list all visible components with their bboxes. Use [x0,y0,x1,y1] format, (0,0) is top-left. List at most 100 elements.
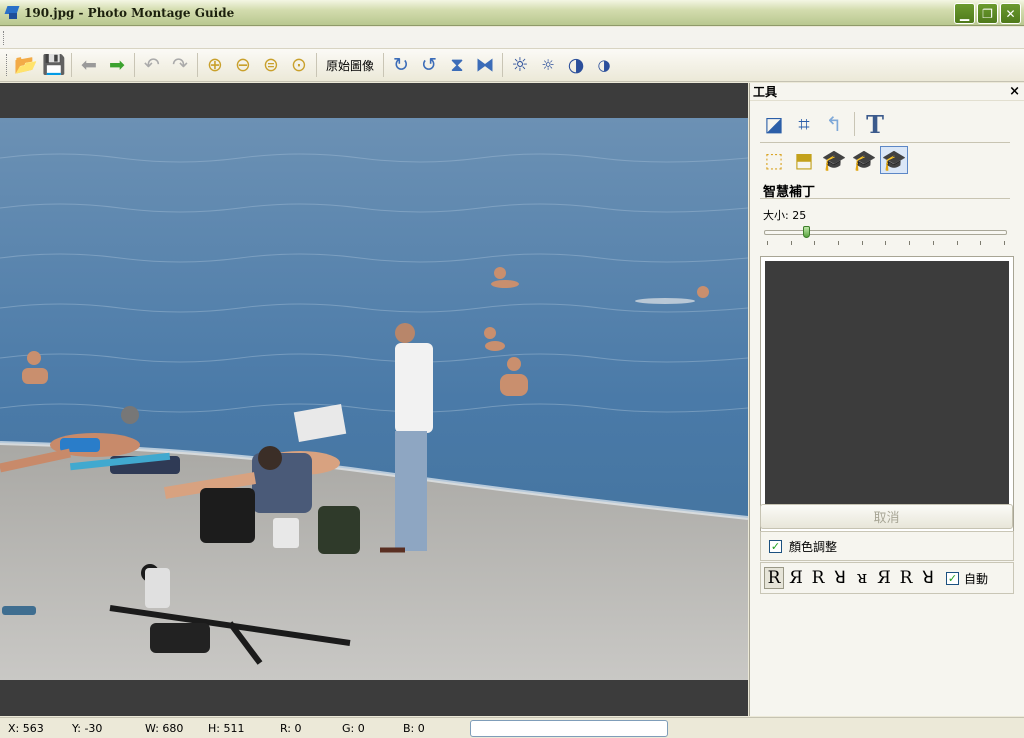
orientation-option[interactable]: ꓤ [830,567,850,589]
rotate-right-button[interactable]: ↻ [387,51,415,79]
status-x: X: 563 [8,722,44,735]
status-b: B: 0 [403,722,425,735]
preview-box [760,256,1014,532]
preview-area [765,261,1009,527]
original-image-button[interactable]: 原始圖像 [320,51,380,79]
title-bar[interactable]: 190.jpg - Photo Montage Guide ▁ ❐ ✕ [0,0,1024,26]
rotate-right-icon: ↻ [393,53,409,76]
contrast-up-button[interactable]: ◑ [562,51,590,79]
close-icon: ✕ [1005,6,1016,21]
tools-panel-header: 工具 × [750,83,1024,101]
restore-button[interactable]: ❐ [977,3,998,24]
text-tool-button[interactable]: T [861,109,889,139]
undo-tool-button[interactable]: ↰ [820,110,848,138]
toolbar: 📂 💾 ⬅ ➡ ↶ ↷ ⊕ ⊖ ⊜ ⊙ 原始圖像 ↻ ↺ ⧗ ⧓ ☼ ☼ ◑ ◑ [0,49,1024,82]
contrast-down-icon: ◑ [597,55,611,74]
undo-arrow-icon: ↰ [825,112,843,136]
color-adjust-checkbox[interactable]: ✓ [769,539,782,553]
back-arrow-icon: ⬅ [81,53,97,76]
add-layer-button[interactable]: ⬚ [760,146,788,174]
undo-icon: ↶ [144,53,160,76]
crop-icon: ⌗ [798,112,810,136]
orientation-option[interactable]: R [808,567,828,589]
panel-close-icon[interactable]: × [1009,84,1020,99]
merge-layer-icon: ⬒ [794,148,814,172]
brightness-down-button[interactable]: ☼ [534,51,562,79]
status-g: G: 0 [342,722,365,735]
resize-tool-button[interactable]: ◪ [760,110,788,138]
image-canvas[interactable] [0,83,748,716]
window-title: 190.jpg - Photo Montage Guide [24,5,235,20]
size-slider[interactable] [764,226,1007,248]
tools-panel-title: 工具 [753,85,778,99]
graduation-cap-icon: 🎓 [851,148,877,172]
brightness-up-button[interactable]: ☼ [506,51,534,79]
smart-copy-button[interactable]: 🎓 [850,146,878,174]
undo-button[interactable]: ↶ [138,51,166,79]
size-label: 大小: 25 [763,209,807,222]
zoom-out-button[interactable]: ⊖ [229,51,257,79]
orientation-option[interactable]: Я [786,567,806,589]
orientation-option[interactable]: R [896,567,916,589]
slider-thumb[interactable] [803,226,810,238]
forward-button[interactable]: ➡ [103,51,131,79]
color-adjust-label: 顏色調整 [789,539,838,554]
color-adjust-row: ✓ 顏色調整 [760,531,1014,561]
toolbar-grip[interactable] [6,54,9,76]
flip-vertical-button[interactable]: ⧗ [443,51,471,79]
orientation-option[interactable]: R [764,567,784,589]
open-folder-button[interactable]: 📂 [12,51,40,79]
auto-option: ✓ 自動 [946,570,988,587]
resize-icon: ◪ [764,112,784,136]
text-icon: T [866,109,884,139]
smart-patch-button[interactable]: 🎓 [880,146,908,174]
save-icon: 💾 [42,53,66,76]
zoom-actual-button[interactable]: ⊙ [285,51,313,79]
beach-photo[interactable] [0,118,748,680]
save-button[interactable]: 💾 [40,51,68,79]
zoom-fit-button[interactable]: ⊜ [257,51,285,79]
status-h: H: 511 [208,722,245,735]
minimize-button[interactable]: ▁ [954,3,975,24]
contrast-up-icon: ◑ [567,53,585,76]
smart-remove-button[interactable]: 🎓 [820,146,848,174]
minimize-icon: ▁ [959,6,970,21]
tool-row-2: ⬚ ⬒ 🎓 🎓 🎓 [760,146,908,174]
status-bar: X: 563 Y: -30 W: 680 H: 511 R: 0 G: 0 B:… [0,717,1024,738]
cancel-button[interactable]: 取消 [760,504,1013,529]
redo-button[interactable]: ↷ [166,51,194,79]
close-button[interactable]: ✕ [1000,3,1021,24]
graduation-cap-brush-icon: 🎓 [881,148,907,172]
rotate-left-button[interactable]: ↺ [415,51,443,79]
zoom-fit-icon: ⊜ [263,53,279,76]
crop-tool-button[interactable]: ⌗ [790,110,818,138]
brightness-down-icon: ☼ [541,55,555,74]
orientation-option[interactable]: Я [874,567,894,589]
window-controls: ▁ ❐ ✕ [954,3,1021,24]
status-y: Y: -30 [72,722,103,735]
orientation-option[interactable]: ꓤ [918,567,938,589]
contrast-down-button[interactable]: ◑ [590,51,618,79]
status-r: R: 0 [280,722,302,735]
zoom-in-button[interactable]: ⊕ [201,51,229,79]
app-icon [4,5,20,21]
restore-icon: ❐ [982,6,993,21]
flip-vertical-icon: ⧗ [450,53,464,76]
orientation-row: R Я R ꓤ ᴚ Я R ꓤ ✓ 自動 [760,562,1014,594]
status-w: W: 680 [145,722,184,735]
merge-layer-button[interactable]: ⬒ [790,146,818,174]
add-layer-icon: ⬚ [764,148,784,172]
flip-horizontal-button[interactable]: ⧓ [471,51,499,79]
progress-bar [470,720,668,737]
orientation-option[interactable]: ᴚ [852,567,872,589]
tool-row-1: ◪ ⌗ ↰ T [760,109,889,139]
back-button[interactable]: ⬅ [75,51,103,79]
slider-track [764,230,1007,235]
auto-label: 自動 [964,571,989,586]
menu-grip[interactable] [3,31,6,45]
redo-icon: ↷ [172,53,188,76]
auto-checkbox[interactable]: ✓ [946,571,959,585]
zoom-out-icon: ⊖ [235,53,251,76]
flip-horizontal-icon: ⧓ [475,53,495,76]
slider-ticks [767,241,1005,245]
